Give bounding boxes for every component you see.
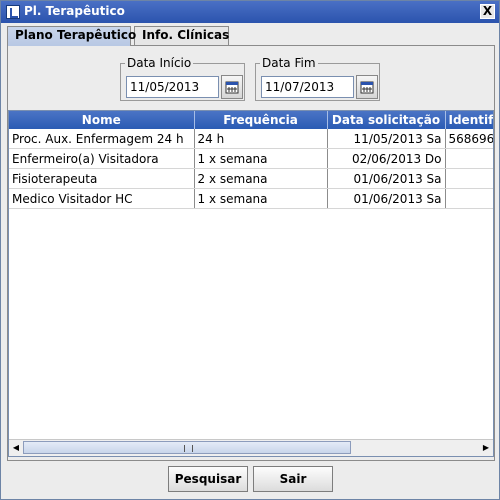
exit-button[interactable]: Sair (253, 466, 333, 492)
cell-data-solicitacao: 01/06/2013 Sa (327, 168, 446, 189)
tab-info-clinicas[interactable]: Info. Clínicas (134, 26, 229, 45)
search-button[interactable]: Pesquisar (168, 466, 248, 492)
table-row[interactable]: Fisioterapeuta 2 x semana 01/06/2013 Sa (9, 168, 493, 189)
scroll-right-icon[interactable]: ▶ (479, 441, 493, 455)
cell-nome: Enfermeiro(a) Visitadora (9, 148, 195, 169)
table-row[interactable]: Enfermeiro(a) Visitadora 1 x semana 02/0… (9, 148, 493, 169)
title-bar[interactable]: Pl. Terapêutico X (1, 1, 499, 23)
column-header-data-solicitacao[interactable]: Data solicitação (327, 111, 446, 129)
start-date-input[interactable]: 11/05/2013 (126, 76, 219, 98)
cell-data-solicitacao: 01/06/2013 Sa (327, 188, 446, 209)
results-table-container[interactable]: Nome Frequência Data solicitação Identif… (8, 110, 494, 457)
end-date-input[interactable]: 11/07/2013 (261, 76, 354, 98)
start-date-label: Data Início (125, 56, 194, 70)
column-header-nome[interactable]: Nome (9, 111, 195, 129)
cell-identificacao (445, 148, 493, 169)
tab-plano-terapeutico[interactable]: Plano Terapêutico (7, 26, 136, 46)
start-date-group: Data Início 11/05/2013 (120, 56, 245, 101)
scrollbar-thumb[interactable] (23, 441, 351, 454)
column-header-frequencia[interactable]: Frequência (194, 111, 328, 129)
column-header-identificacao[interactable]: Identifi (445, 111, 493, 129)
cell-identificacao (445, 188, 493, 209)
start-date-calendar-button[interactable] (221, 75, 243, 99)
cell-data-solicitacao: 11/05/2013 Sa (327, 129, 446, 149)
cell-frequencia: 2 x semana (194, 168, 328, 189)
cell-nome: Fisioterapeuta (9, 168, 195, 189)
horizontal-scrollbar[interactable]: ◀ ▶ (9, 439, 493, 456)
close-button[interactable]: X (480, 4, 495, 19)
calendar-icon (360, 81, 374, 94)
cell-frequencia: 24 h (194, 129, 328, 149)
end-date-group: Data Fim 11/07/2013 (255, 56, 380, 101)
cell-nome: Proc. Aux. Enfermagem 24 h (9, 129, 195, 149)
table-row[interactable]: Medico Visitador HC 1 x semana 01/06/201… (9, 188, 493, 209)
cell-identificacao: 568696 (445, 129, 493, 149)
table-header-row: Nome Frequência Data solicitação Identif… (9, 111, 493, 129)
end-date-calendar-button[interactable] (356, 75, 378, 99)
scroll-left-icon[interactable]: ◀ (9, 441, 23, 455)
cell-nome: Medico Visitador HC (9, 188, 195, 209)
calendar-icon (225, 81, 239, 94)
grip-icon (184, 445, 193, 452)
table-row[interactable]: Proc. Aux. Enfermagem 24 h 24 h 11/05/20… (9, 129, 493, 149)
cell-frequencia: 1 x semana (194, 188, 328, 209)
cell-data-solicitacao: 02/06/2013 Do (327, 148, 446, 169)
cell-frequencia: 1 x semana (194, 148, 328, 169)
window-title: Pl. Terapêutico (24, 4, 125, 18)
window: Pl. Terapêutico X Plano Terapêutico Info… (0, 0, 500, 500)
cell-identificacao (445, 168, 493, 189)
end-date-label: Data Fim (260, 56, 318, 70)
results-table: Nome Frequência Data solicitação Identif… (9, 111, 493, 209)
app-icon (6, 5, 20, 19)
